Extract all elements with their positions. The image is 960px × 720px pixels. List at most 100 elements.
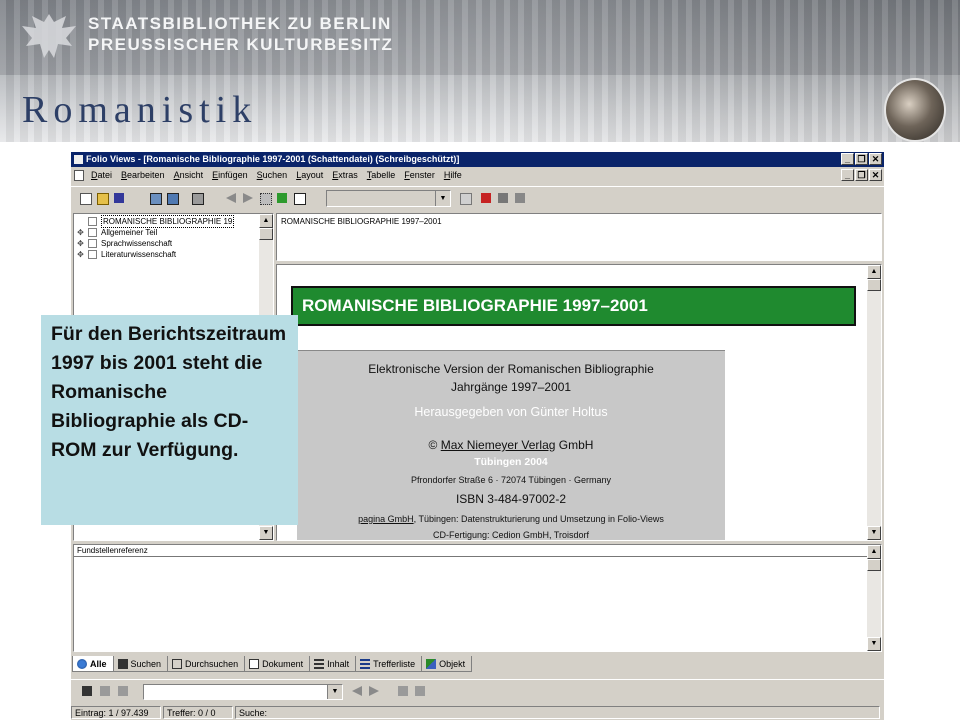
restore-button[interactable]: ❐ <box>855 153 868 165</box>
isbn-line: ISBN 3-484-97002-2 <box>455 492 567 506</box>
pagina-line: pagina GmbH, Tübingen: Datenstrukturieru… <box>297 514 725 524</box>
jump-link-icon[interactable] <box>274 190 290 206</box>
contents-icon <box>314 659 325 669</box>
doc-minimize-button[interactable]: _ <box>841 169 854 181</box>
scroll-thumb[interactable] <box>867 559 881 571</box>
plus-expand-icon[interactable]: ✥ <box>76 228 85 237</box>
info-line: Jahrgänge 1997–2001 <box>450 380 572 394</box>
previous-hit-icon[interactable] <box>349 683 365 699</box>
scroll-thumb[interactable] <box>259 228 273 240</box>
chevron-down-icon[interactable]: ▼ <box>327 685 342 699</box>
menu-item-ansicht[interactable]: Ansicht <box>174 167 204 184</box>
hierarchy-icon[interactable] <box>257 190 273 206</box>
query-input[interactable]: ▼ <box>143 684 343 700</box>
scroll-down-icon[interactable]: ▼ <box>867 637 881 651</box>
chevron-down-icon[interactable]: ▼ <box>435 191 450 206</box>
tab-dokument[interactable]: Dokument <box>244 656 311 672</box>
tree-checkbox[interactable] <box>88 239 97 248</box>
tab-inhalt[interactable]: Inhalt <box>309 656 357 672</box>
tree-expander[interactable] <box>76 217 85 226</box>
tree-item[interactable]: ✥ Literaturwissenschaft <box>76 249 176 260</box>
book-icon <box>172 659 183 669</box>
document-window-icon[interactable] <box>74 170 84 181</box>
plus-expand-icon[interactable]: ✥ <box>76 250 85 259</box>
highlighter-icon[interactable] <box>457 190 473 206</box>
menu-item-suchen[interactable]: Suchen <box>257 167 288 184</box>
scroll-up-icon[interactable]: ▲ <box>867 545 881 559</box>
scroll-down-icon[interactable]: ▼ <box>259 526 273 540</box>
tab-suchen[interactable]: Suchen <box>112 656 169 672</box>
cd-line: CD-Fertigung: Cedion GmbH, Troisdorf <box>432 530 590 540</box>
search-icon[interactable] <box>164 190 180 206</box>
globe-icon <box>77 659 87 669</box>
plus-expand-icon[interactable]: ✥ <box>76 239 85 248</box>
tab-label: Dokument <box>262 659 304 669</box>
app-icon[interactable] <box>74 155 83 164</box>
query-icon[interactable] <box>147 190 163 206</box>
binoculars-icon[interactable] <box>79 683 95 699</box>
tree-item[interactable]: ROMANISCHE BIBLIOGRAPHIE 19 <box>76 215 235 228</box>
portrait-image <box>884 78 946 142</box>
menu-item-einfügen[interactable]: Einfügen <box>212 167 248 184</box>
window-title: Folio Views - [Romanische Bibliographie … <box>86 154 460 164</box>
close-button[interactable]: ✕ <box>869 153 882 165</box>
object-icon <box>426 659 437 669</box>
copyright-symbol: © <box>428 438 438 452</box>
scroll-thumb[interactable] <box>867 279 881 291</box>
doc-close-button[interactable]: ✕ <box>869 169 882 181</box>
document-scrollbar[interactable]: ▲ ▼ <box>867 265 881 540</box>
tab-trefferliste[interactable]: Trefferliste <box>355 656 423 672</box>
tree-checkbox[interactable] <box>88 228 97 237</box>
scroll-down-icon[interactable]: ▼ <box>867 526 881 540</box>
view-toggle-icon[interactable] <box>291 190 307 206</box>
tree-item-label: Allgemeiner Teil <box>101 228 158 237</box>
document-pane[interactable]: ROMANISCHE BIBLIOGRAPHIE 1997–2001 Elekt… <box>276 264 882 541</box>
scroll-up-icon[interactable]: ▲ <box>259 214 273 228</box>
menu-item-datei[interactable]: Datei <box>91 167 112 184</box>
tab-durchsuchen[interactable]: Durchsuchen <box>167 656 246 672</box>
menu-item-fenster[interactable]: Fenster <box>404 167 435 184</box>
menu-item-hilfe[interactable]: Hilfe <box>444 167 462 184</box>
note-icon[interactable] <box>495 190 511 206</box>
style-combo[interactable]: ▼ <box>326 190 451 207</box>
tab-objekt[interactable]: Objekt <box>421 656 473 672</box>
editor-line: Herausgegeben von Günter Holtus <box>414 405 608 419</box>
tree-checkbox[interactable] <box>88 250 97 259</box>
tab-alle[interactable]: Alle <box>72 656 114 672</box>
back-arrow-icon[interactable] <box>223 190 239 206</box>
menu-item-layout[interactable]: Layout <box>296 167 323 184</box>
tab-label: Objekt <box>439 659 466 669</box>
bookmark-red-icon[interactable] <box>478 190 494 206</box>
minimize-button[interactable]: _ <box>841 153 854 165</box>
tab-label: Suchen <box>130 659 162 669</box>
search-list-icon[interactable] <box>97 683 113 699</box>
open-folder-icon[interactable] <box>94 190 110 206</box>
doc-restore-button[interactable]: ❐ <box>855 169 868 181</box>
tree-item[interactable]: ✥ Sprachwissenschaft <box>76 238 172 249</box>
pagina-link[interactable]: pagina GmbH <box>358 514 414 524</box>
scroll-up-icon[interactable]: ▲ <box>867 265 881 279</box>
forward-arrow-icon[interactable] <box>240 190 256 206</box>
menu-item-extras[interactable]: Extras <box>332 167 358 184</box>
save-icon[interactable] <box>111 190 127 206</box>
grid-icon[interactable] <box>115 683 131 699</box>
status-bar: Eintrag: 1 / 97.439 Treffer: 0 / 0 Suche… <box>71 706 884 720</box>
tree-checkbox[interactable] <box>88 217 97 226</box>
title-bar[interactable]: Folio Views - [Romanische Bibliographie … <box>71 152 884 167</box>
tab-label: Alle <box>90 659 107 669</box>
pencil-icon[interactable] <box>512 190 528 206</box>
print-icon[interactable] <box>189 190 205 206</box>
tab-label: Durchsuchen <box>185 659 239 669</box>
last-record-icon[interactable] <box>412 683 428 699</box>
status-search: Suche: <box>235 706 880 719</box>
next-hit-icon[interactable] <box>366 683 382 699</box>
publisher-link[interactable]: Max Niemeyer Verlag <box>441 438 556 452</box>
query-toolbar: ▼ <box>71 679 884 704</box>
menu-item-tabelle[interactable]: Tabelle <box>367 167 396 184</box>
new-document-icon[interactable] <box>77 190 93 206</box>
tree-item[interactable]: ✥ Allgemeiner Teil <box>76 227 157 238</box>
first-record-icon[interactable] <box>395 683 411 699</box>
reference-pane[interactable]: Fundstellenreferenz ▲ ▼ <box>73 544 882 652</box>
menu-item-bearbeiten[interactable]: Bearbeiten <box>121 167 165 184</box>
reference-scrollbar[interactable]: ▲ ▼ <box>867 545 881 651</box>
